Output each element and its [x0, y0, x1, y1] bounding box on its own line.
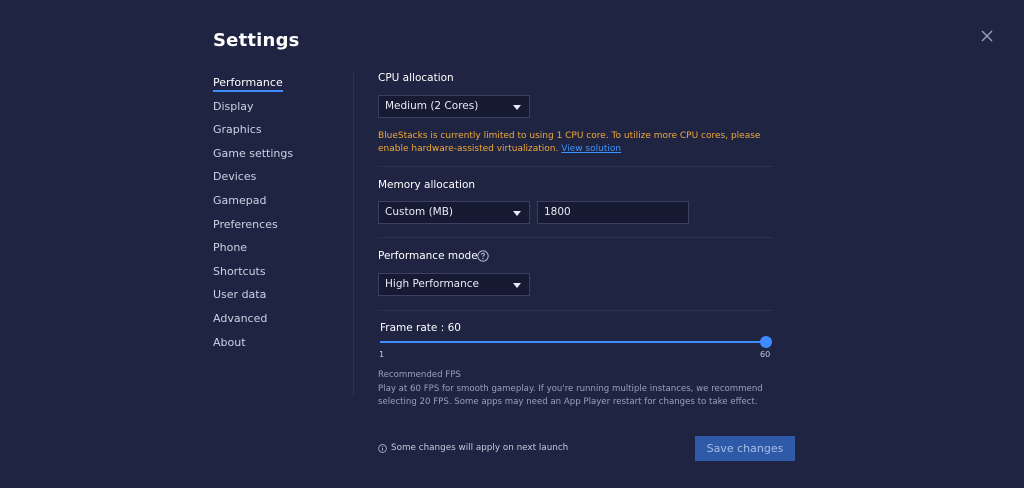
save-changes-button[interactable]: Save changes — [695, 436, 795, 461]
sidebar-item-phone[interactable]: Phone — [213, 239, 333, 263]
chevron-down-icon — [513, 105, 521, 110]
memory-allocation-label: Memory allocation — [378, 179, 476, 191]
info-icon — [378, 443, 387, 453]
cpu-allocation-select[interactable]: Medium (2 Cores) — [378, 95, 530, 118]
sidebar-item-label: Gamepad — [213, 193, 267, 207]
help-button[interactable] — [477, 250, 489, 262]
sidebar-item-preferences[interactable]: Preferences — [213, 216, 333, 240]
sidebar-divider — [353, 71, 354, 397]
sidebar-item-performance[interactable]: Performance — [213, 74, 333, 98]
recommended-fps-line: selecting 20 FPS. Some apps may need an … — [378, 397, 758, 407]
sidebar-item-label: User data — [213, 288, 267, 302]
sidebar-item-label: Advanced — [213, 311, 268, 325]
sidebar-item-label: Game settings — [213, 146, 294, 160]
question-circle-icon — [477, 250, 489, 262]
sidebar-item-label: Display — [213, 99, 254, 113]
frame-rate-label: Frame rate : 60 — [380, 322, 461, 334]
frame-rate-slider-handle[interactable] — [760, 336, 772, 348]
sidebar-item-label: About — [213, 335, 246, 349]
cpu-allocation-value: Medium (2 Cores) — [385, 100, 479, 112]
sidebar-item-graphics[interactable]: Graphics — [213, 121, 333, 145]
restart-note-text: Some changes will apply on next launch — [391, 443, 569, 453]
memory-allocation-value: Custom (MB) — [385, 206, 454, 218]
restart-note: Some changes will apply on next launch — [378, 443, 568, 453]
performance-mode-label: Performance mode — [378, 250, 478, 262]
sidebar-item-game-settings[interactable]: Game settings — [213, 145, 333, 169]
sidebar-item-label: Devices — [213, 170, 257, 184]
sidebar-item-user-data[interactable]: User data — [213, 286, 333, 310]
performance-mode-value: High Performance — [385, 278, 480, 290]
cpu-warning-text: BlueStacks is currently limited to using… — [378, 130, 778, 156]
memory-allocation-select[interactable]: Custom (MB) — [378, 201, 530, 224]
sidebar-item-label: Shortcuts — [213, 264, 266, 278]
frame-rate-max-label: 60 — [760, 350, 771, 359]
sidebar-item-label: Preferences — [213, 217, 278, 231]
sidebar-item-label: Performance — [213, 76, 283, 92]
frame-rate-slider[interactable] — [380, 341, 766, 343]
recommended-fps-title: Recommended FPS — [378, 370, 461, 380]
sidebar-item-gamepad[interactable]: Gamepad — [213, 192, 333, 216]
sidebar-item-advanced[interactable]: Advanced — [213, 310, 333, 334]
settings-window: Settings Performance Display Graphics Ga… — [0, 0, 1024, 488]
frame-rate-min-label: 1 — [379, 350, 385, 359]
recommended-fps-line: Play at 60 FPS for smooth gameplay. If y… — [378, 384, 763, 394]
close-button[interactable] — [978, 27, 996, 45]
performance-mode-select[interactable]: High Performance — [378, 273, 530, 296]
sidebar-item-label: Phone — [213, 241, 248, 255]
sidebar-item-display[interactable]: Display — [213, 98, 333, 122]
section-divider — [378, 166, 773, 167]
page-title: Settings — [213, 30, 300, 51]
sidebar-nav: Performance Display Graphics Game settin… — [213, 74, 333, 357]
chevron-down-icon — [513, 211, 521, 216]
section-divider — [378, 310, 773, 311]
sidebar-item-label: Graphics — [213, 123, 262, 137]
view-solution-link[interactable]: View solution — [561, 144, 621, 154]
chevron-down-icon — [513, 283, 521, 288]
section-divider — [378, 237, 773, 238]
sidebar-item-about[interactable]: About — [213, 334, 333, 358]
sidebar-item-devices[interactable]: Devices — [213, 168, 333, 192]
recommended-fps-text: Play at 60 FPS for smooth gameplay. If y… — [378, 383, 778, 409]
cpu-allocation-label: CPU allocation — [378, 72, 454, 84]
memory-size-input[interactable]: 1800 — [537, 201, 689, 224]
close-icon — [981, 30, 993, 42]
sidebar-item-shortcuts[interactable]: Shortcuts — [213, 263, 333, 287]
